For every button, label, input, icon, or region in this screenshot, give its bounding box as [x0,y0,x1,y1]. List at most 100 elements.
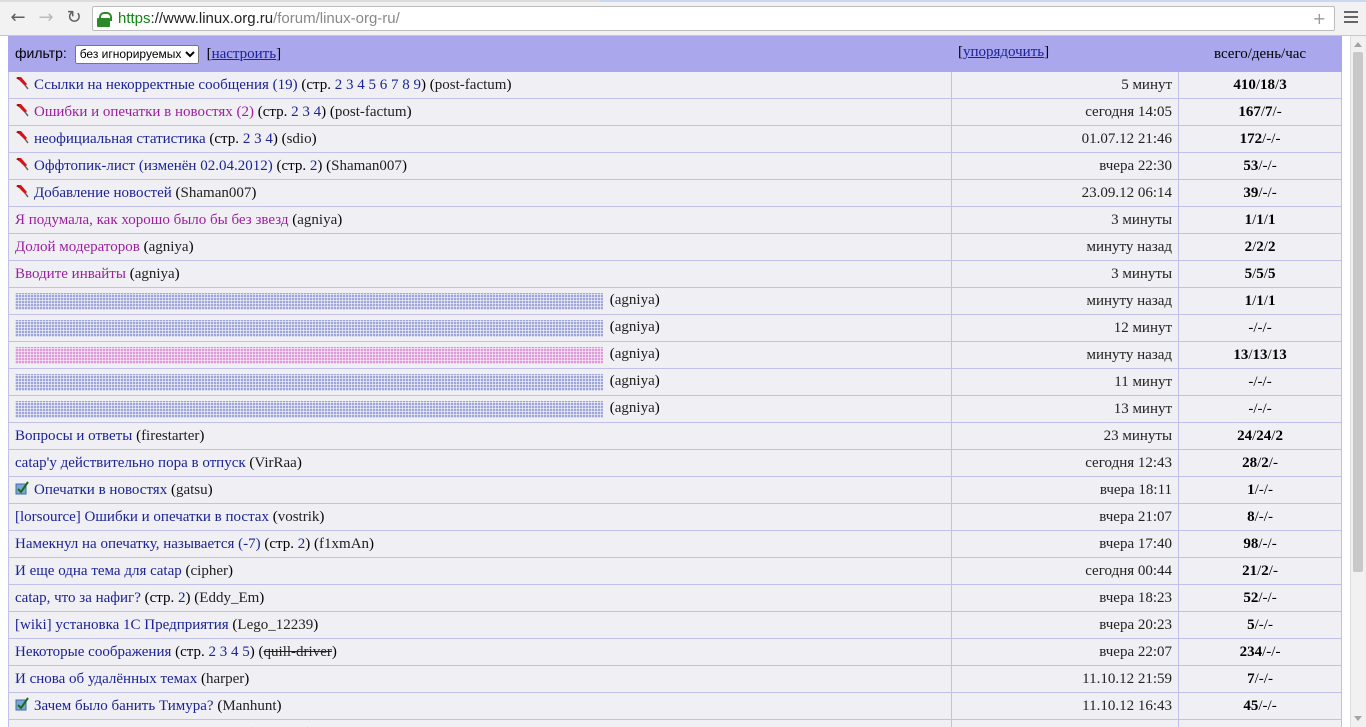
topic-author: agniya [134,265,175,282]
page-link[interactable]: 2 [298,536,306,552]
forward-arrow-icon[interactable]: → [36,8,56,28]
pin-icon [15,76,29,90]
topic-title-link[interactable]: Вводите инвайты [15,266,126,282]
topic-title-link[interactable]: Долой модераторов [15,239,140,255]
page-link[interactable]: 2 [243,131,251,147]
topic-cell: Вопросы и ответы (firestarter) [8,422,952,450]
topic-title-link[interactable] [15,292,603,310]
page-link[interactable]: 9 [414,77,422,93]
scroll-down-arrow-icon[interactable] [1354,716,1362,721]
topic-title-link[interactable]: Ссылки на некорректные сообщения (19) [34,77,298,93]
topic-cell: (agniya) [8,395,952,423]
table-row: (agniya) 11 минут -/-/- [8,368,1342,396]
configure-link[interactable]: настроить [212,46,277,62]
topic-title-link[interactable]: Вопросы и ответы [15,428,132,444]
menu-icon[interactable] [1342,8,1360,28]
back-arrow-icon[interactable]: ← [8,8,28,28]
stat-day: - [1257,373,1263,390]
topic-stats: 53/-/- [1178,152,1342,180]
add-icon[interactable]: + [1313,7,1326,30]
address-bar[interactable]: https://www.linux.org.ru/forum/linux-org… [92,6,1335,31]
topic-last-reply: вчера 22:07 [950,638,1180,666]
stat-day: - [1257,319,1263,336]
page-link[interactable]: 2 [291,104,299,120]
pin-icon [15,157,29,171]
topic-title-link[interactable]: [lorsource] Ошибки и опечатки в постах [15,509,269,525]
topic-title-link[interactable]: И снова об удалённых темах [15,671,197,687]
pin-icon [15,184,29,198]
page-link[interactable]: 5 [242,644,250,660]
topic-title-link[interactable] [15,373,603,391]
topic-author: gatsu [175,481,208,498]
topic-title-link[interactable]: Я подумала, как хорошо было бы без звезд [15,212,289,228]
topic-title-link[interactable]: [wiki] установка 1С Предприятия [15,617,229,633]
stat-total: 2 [1244,238,1253,255]
page-link[interactable]: 5 [369,77,377,93]
page-link[interactable]: 7 [391,77,399,93]
scrollbar-thumb[interactable] [1353,52,1363,572]
topic-title-link[interactable]: Добавление новостей [34,185,172,201]
page-link[interactable]: 4 [231,644,239,660]
topic-stats: 1/1/1 [1178,287,1342,315]
topic-cell: (agniya) [8,314,952,342]
topic-last-reply: вчера 21:07 [950,503,1180,531]
stat-hour: 2 [1267,238,1276,255]
table-row: (agniya) 12 минут -/-/- [8,314,1342,342]
page-link[interactable]: 2 [178,590,186,606]
page-link[interactable]: 2 [335,77,343,93]
topic-cell: (agniya) [8,368,952,396]
vertical-scrollbar[interactable] [1350,36,1366,727]
page-link[interactable]: 3 [302,104,310,120]
page-link[interactable]: 3 [346,77,354,93]
page-link[interactable]: 6 [380,77,388,93]
reload-icon[interactable]: ↻ [64,8,84,28]
page-link[interactable]: 2 [310,158,318,174]
topic-author: Shaman007 [331,157,402,174]
order-link[interactable]: упорядочить [963,44,1044,60]
pin-icon [15,103,29,117]
topic-title-link[interactable] [15,319,603,337]
scroll-up-arrow-icon[interactable] [1354,42,1362,47]
stat-total: 13 [1233,346,1249,363]
table-row: Зачем было банить Тимура? (Manhunt) 11.10… [8,692,1342,720]
stat-total: 45 [1243,697,1259,714]
table-header: фильтр: без игнорируемых [настроить] [уп… [8,36,1342,72]
stat-hour: - [1275,643,1281,660]
stat-total: 172 [1239,130,1263,147]
topic-title-link[interactable]: Опечатки в новостях [34,482,167,498]
stat-hour: - [1271,184,1277,201]
page-link[interactable]: 8 [402,77,410,93]
page-link[interactable]: 4 [265,131,273,147]
page-link[interactable]: 4 [314,104,322,120]
topic-title-link[interactable]: И еще одна тема для catap [15,563,182,579]
stat-day: - [1262,157,1268,174]
table-row: (agniya) 13 минут -/-/- [8,395,1342,423]
page-link[interactable]: 4 [357,77,365,93]
topic-title-link[interactable]: Некоторые соображения [15,644,171,660]
topic-title-link[interactable]: Намекнул на опечатку, называется (-7) [15,536,261,552]
page-link[interactable]: 3 [254,131,262,147]
topic-title-link[interactable]: неофициальная статистика [34,131,206,147]
topic-title-link[interactable]: catap'у действительно пора в отпуск [15,455,246,471]
topic-title-link[interactable]: Оффтопик-лист (изменён 02.04.2012) [34,158,273,174]
page-link[interactable]: 3 [220,644,228,660]
filter-select[interactable]: без игнорируемых [74,44,199,64]
page-link[interactable]: 2 [209,644,217,660]
topic-author: VirRaa [254,454,297,471]
topic-title-link[interactable] [15,400,603,418]
stat-day: - [1258,670,1264,687]
stat-day: - [1258,616,1264,633]
topic-author: post-factum [334,103,407,120]
topic-cell: Ошибки и опечатки в новостях (2) (стр. 2… [8,98,952,126]
topic-title-link[interactable]: Зачем было банить Тимура? [34,698,214,714]
topic-title-link[interactable]: Ошибки и опечатки в новостях (2) [34,104,254,120]
topic-stats: 98/-/- [1178,530,1342,558]
stat-hour: 5 [1267,265,1276,282]
topic-title-link[interactable]: catap, что за нафиг? [15,590,141,606]
stat-hour: 2 [1275,427,1283,444]
stat-day: 1 [1256,292,1264,309]
topic-stats: 45/-/- [1178,692,1342,720]
stat-hour: - [1267,508,1273,525]
topic-title-link[interactable] [15,346,603,364]
topic-author: Eddy_Em [199,589,260,606]
